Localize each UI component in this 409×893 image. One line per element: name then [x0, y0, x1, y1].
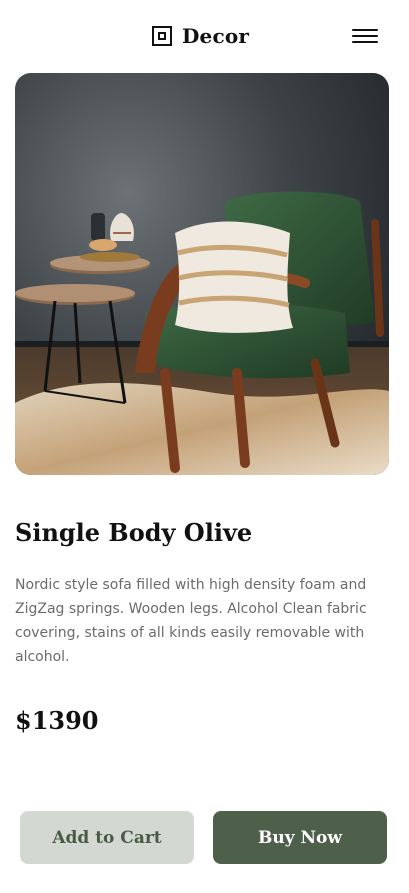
product-description: Nordic style sofa filled with high densi… — [15, 577, 367, 665]
buy-now-button[interactable]: Buy Now — [213, 811, 387, 864]
add-to-cart-button[interactable]: Add to Cart — [20, 811, 194, 864]
product-image — [15, 73, 389, 475]
square-logo-icon — [152, 26, 172, 46]
product-price: $1390 — [15, 706, 99, 735]
product-title: Single Body Olive — [15, 518, 253, 547]
hamburger-icon[interactable] — [350, 27, 380, 47]
brand[interactable]: Decor — [152, 24, 249, 48]
brand-name: Decor — [182, 24, 250, 48]
top-bar: Decor — [0, 0, 409, 73]
